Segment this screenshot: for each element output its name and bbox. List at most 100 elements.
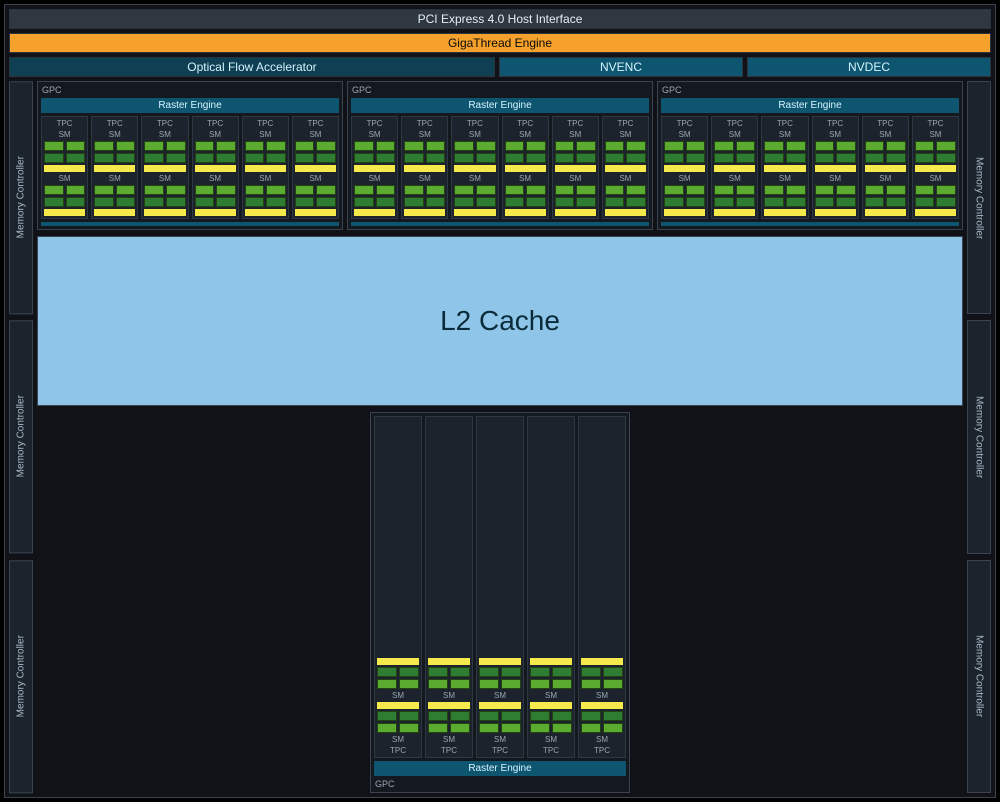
core-row (764, 197, 805, 207)
raster-engine: Raster Engine (41, 98, 339, 113)
cuda-core (94, 153, 114, 163)
cuda-core (404, 197, 424, 207)
gpc-block-bottom: TPCSMSMTPCSMSMTPCSMSMTPCSMSMTPCSMSMRaste… (370, 412, 630, 793)
cuda-core (603, 711, 623, 721)
cuda-core (295, 185, 315, 195)
rt-core (505, 209, 546, 216)
cuda-core (377, 667, 397, 677)
cuda-core (216, 141, 236, 151)
cuda-core (404, 185, 424, 195)
sm-label: SM (44, 174, 85, 183)
core-row (581, 711, 623, 721)
cuda-core (266, 153, 286, 163)
memory-controller: Memory Controller (9, 320, 33, 553)
cuda-core (479, 679, 499, 689)
core-row (404, 141, 445, 151)
cuda-core (886, 197, 906, 207)
core-row (454, 197, 495, 207)
sm-block: SM (144, 130, 185, 172)
cuda-core (404, 153, 424, 163)
tpc-label: TPC (404, 119, 445, 128)
cuda-core (376, 197, 396, 207)
core-row (505, 153, 546, 163)
tpc-block: TPC SM SM (401, 116, 448, 219)
tpc-label: TPC (714, 119, 755, 128)
cuda-core (505, 153, 525, 163)
gigathread-bar: GigaThread Engine (9, 33, 991, 53)
tpc-label: TPC (195, 119, 236, 128)
sm-label: SM (764, 174, 805, 183)
core-row (664, 141, 705, 151)
core-row (915, 197, 956, 207)
core-row (581, 679, 623, 689)
sm-block: SM (605, 174, 646, 216)
sm-block: SM (295, 174, 336, 216)
cuda-core (354, 197, 374, 207)
tpc-label: TPC (664, 119, 705, 128)
cuda-core (266, 185, 286, 195)
cuda-core (626, 141, 646, 151)
cuda-core (764, 153, 784, 163)
core-row (865, 185, 906, 195)
sm-block: SM (555, 130, 596, 172)
cuda-core (886, 185, 906, 195)
sm-block: SM (479, 702, 521, 744)
sm-block: SM (404, 174, 445, 216)
nvenc-block: NVENC (499, 57, 743, 77)
cuda-core (116, 153, 136, 163)
cuda-core (664, 141, 684, 151)
sm-label: SM (295, 174, 336, 183)
rt-core (44, 165, 85, 172)
core-row (815, 185, 856, 195)
cuda-core (786, 185, 806, 195)
cuda-core (316, 153, 336, 163)
cuda-core (426, 153, 446, 163)
sm-label: SM (605, 174, 646, 183)
sm-label: SM (404, 130, 445, 139)
sm-block: SM (354, 130, 395, 172)
cuda-core (526, 153, 546, 163)
cuda-core (714, 185, 734, 195)
tpc-label: TPC (505, 119, 546, 128)
sm-label: SM (815, 174, 856, 183)
cuda-core (836, 141, 856, 151)
core-row (915, 185, 956, 195)
sm-label: SM (377, 691, 419, 700)
cuda-core (450, 723, 470, 733)
cuda-core (377, 679, 397, 689)
cuda-core (836, 197, 856, 207)
cuda-core (915, 153, 935, 163)
cuda-core (450, 667, 470, 677)
core-row (295, 185, 336, 195)
cuda-core (786, 197, 806, 207)
tpc-block: TPCSMSM (242, 116, 289, 219)
sm-label: SM (377, 735, 419, 744)
core-row (505, 141, 546, 151)
pci-interface-bar: PCI Express 4.0 Host Interface (9, 9, 991, 29)
gpc-block: GPCRaster EngineTPCSMSMTPCSMSMTPCSMSMTPC… (37, 81, 343, 230)
cuda-core (94, 197, 114, 207)
tpc-label: TPC (245, 119, 286, 128)
cuda-core (295, 141, 315, 151)
tpc-label: TPC (454, 119, 495, 128)
rt-core (44, 209, 85, 216)
cuda-core (377, 711, 397, 721)
cuda-core (216, 185, 236, 195)
core-row (94, 185, 135, 195)
rt-core (865, 165, 906, 172)
cuda-core (736, 197, 756, 207)
gpc-bottom-row: TPCSMSMTPCSMSMTPCSMSMTPCSMSMTPCSMSMRaste… (37, 412, 963, 793)
core-row (144, 153, 185, 163)
cuda-core (865, 153, 885, 163)
cuda-core (476, 141, 496, 151)
core-row (714, 153, 755, 163)
sm-label: SM (714, 174, 755, 183)
rt-core (581, 702, 623, 709)
cuda-core (581, 667, 601, 677)
sm-label: SM (195, 130, 236, 139)
sm-block: SM (428, 702, 470, 744)
cuda-core (479, 667, 499, 677)
sm-block: SM (454, 130, 495, 172)
core-row (94, 197, 135, 207)
core-row (377, 723, 419, 733)
